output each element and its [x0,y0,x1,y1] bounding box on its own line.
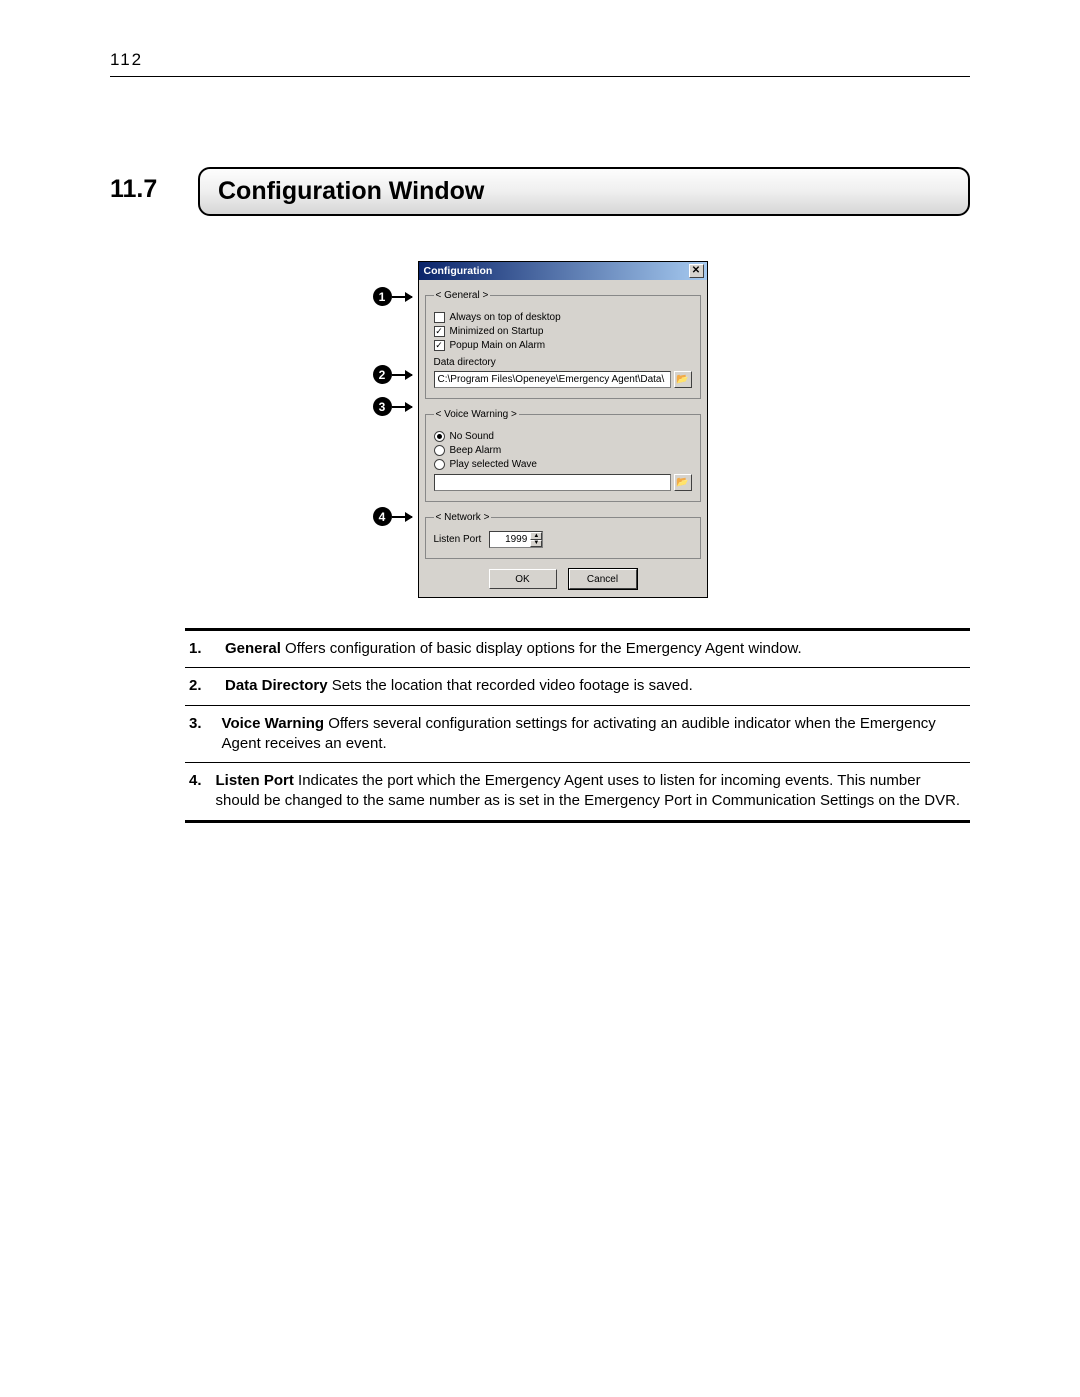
description-term: General [225,640,281,657]
arrow-right-icon [392,516,412,518]
description-list: 1. General Offers configuration of basic… [185,628,970,823]
arrow-right-icon [392,374,412,376]
popup-main-label: Popup Main on Alarm [450,340,546,351]
callout-4-number: 4 [373,507,392,526]
callout-2: 2 [373,365,412,384]
dialog-title: Configuration [424,265,493,277]
description-item: 3. Voice Warning Offers several configur… [185,706,970,764]
dialog-titlebar: Configuration ✕ [419,262,707,280]
no-sound-radio[interactable] [434,431,445,442]
wave-path-input[interactable] [434,474,671,491]
minimized-on-startup-checkbox[interactable]: ✓ [434,326,445,337]
description-item: 1. General Offers configuration of basic… [185,631,970,668]
callout-3: 3 [373,397,412,416]
description-body: Sets the location that recorded video fo… [328,677,693,694]
always-on-top-label: Always on top of desktop [450,312,561,323]
section-heading: 11.7 Configuration Window [110,167,970,216]
configuration-dialog: Configuration ✕ < General > Always on to… [418,261,708,598]
callout-1: 1 [373,287,412,306]
description-item: 2. Data Directory Sets the location that… [185,668,970,705]
section-title: Configuration Window [198,167,970,216]
data-directory-label: Data directory [434,357,692,368]
browse-data-dir-button[interactable]: 📂 [674,371,692,388]
data-directory-input[interactable] [434,371,671,388]
no-sound-label: No Sound [450,431,494,442]
network-group: < Network > Listen Port ▲ ▼ [425,512,701,559]
listen-port-label: Listen Port [434,534,482,545]
description-number: 3. [189,714,208,755]
description-item: 4. Listen Port Indicates the port which … [185,763,970,820]
callout-4: 4 [373,507,412,526]
description-number: 1. [189,639,211,659]
always-on-top-checkbox[interactable] [434,312,445,323]
general-group: < General > Always on top of desktop ✓ M… [425,290,701,399]
minimized-on-startup-label: Minimized on Startup [450,326,544,337]
network-legend: < Network > [434,512,492,523]
screenshot-figure: 1 2 3 4 Configuration ✕ [110,261,970,598]
cancel-button[interactable]: Cancel [569,569,637,589]
callout-1-number: 1 [373,287,392,306]
general-legend: < General > [434,290,491,301]
callout-3-number: 3 [373,397,392,416]
beep-alarm-label: Beep Alarm [450,445,502,456]
popup-main-checkbox[interactable]: ✓ [434,340,445,351]
close-icon[interactable]: ✕ [689,264,704,278]
description-body: Offers configuration of basic display op… [281,640,802,657]
description-term: Voice Warning [222,715,325,732]
section-number: 11.7 [110,167,180,216]
voice-warning-legend: < Voice Warning > [434,409,519,420]
play-wave-radio[interactable] [434,459,445,470]
description-body: Indicates the port which the Emergency A… [216,772,961,809]
arrow-right-icon [392,296,412,298]
voice-warning-group: < Voice Warning > No Sound Beep Alarm Pl… [425,409,701,502]
description-body: Offers several configuration settings fo… [222,715,936,752]
description-term: Data Directory [225,677,328,694]
play-wave-label: Play selected Wave [450,459,537,470]
browse-wave-button[interactable]: 📂 [674,474,692,491]
description-term: Listen Port [216,772,294,789]
beep-alarm-radio[interactable] [434,445,445,456]
description-number: 4. [189,771,202,812]
ok-button[interactable]: OK [489,569,557,589]
callout-2-number: 2 [373,365,392,384]
page-number: 112 [110,50,970,77]
listen-port-input[interactable] [490,532,530,547]
spin-up-icon[interactable]: ▲ [530,532,542,540]
spin-down-icon[interactable]: ▼ [530,540,542,548]
description-number: 2. [189,676,211,696]
arrow-right-icon [392,406,412,408]
